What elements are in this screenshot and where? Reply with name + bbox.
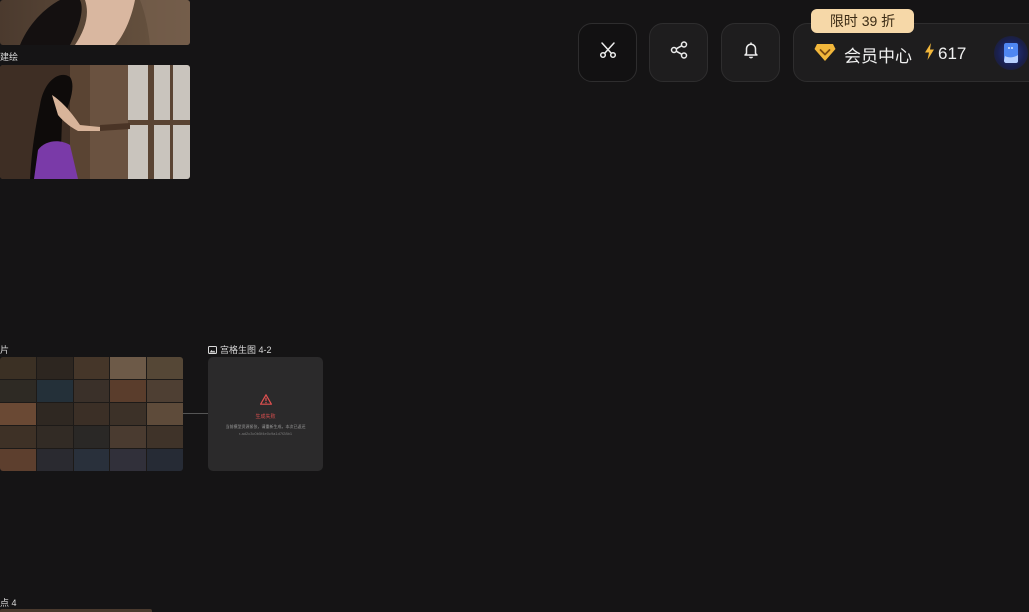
node-label-grid: 片 [0, 345, 10, 355]
avatar-icon [1004, 43, 1018, 63]
lightning-icon [924, 43, 935, 65]
grid-cell [147, 449, 183, 471]
generated-image-window[interactable] [0, 65, 190, 179]
member-center-link[interactable]: 会员中心 617 [814, 42, 966, 66]
grid-cell [73, 449, 110, 471]
grid-cell [36, 449, 73, 471]
member-center-label: 会员中心 [844, 46, 912, 66]
image-icon [208, 346, 217, 356]
grid-cell [0, 426, 36, 448]
notifications-button[interactable] [721, 23, 780, 82]
grid-cell [110, 449, 147, 471]
scissors-button[interactable] [578, 23, 637, 82]
share-icon [669, 40, 689, 65]
node-label-top: 建绘 [0, 52, 19, 62]
failed-code: r-ad2c3c0b5f4e0c9a1d7f28b1 [238, 431, 293, 436]
portrait-image [0, 65, 190, 179]
grid-cell [73, 380, 110, 402]
grid-cell [36, 426, 73, 448]
grid-cell [110, 357, 147, 379]
canvas[interactable]: 建绘 片 宫格生图 4-2 生成失败 当前模型资源紧张，请重新生成，本次已返还 … [0, 0, 1029, 612]
vip-diamond-icon [814, 42, 836, 67]
warning-icon [259, 392, 272, 410]
grid-cell [36, 380, 73, 402]
grid-cell [0, 357, 36, 379]
grid-cell [0, 380, 36, 402]
grid-cell [147, 403, 183, 425]
promo-badge[interactable]: 限时 39 折 [811, 9, 914, 33]
grid-cell [0, 449, 36, 471]
portrait-image [0, 0, 190, 45]
grid-cell [147, 380, 183, 402]
grid-cell [73, 357, 110, 379]
node-label-bottom: 点 4 [0, 598, 17, 608]
grid-cell [147, 426, 183, 448]
grid-cell [73, 426, 110, 448]
credits-count: 617 [938, 44, 967, 63]
grid-cell [110, 403, 147, 425]
failed-title: 生成失败 [255, 414, 276, 420]
share-button[interactable] [649, 23, 708, 82]
grid-cell [36, 403, 73, 425]
generated-image-top[interactable] [0, 0, 190, 45]
grid-cell [110, 380, 147, 402]
grid-image-card[interactable] [0, 357, 183, 471]
grid-cell [110, 426, 147, 448]
failed-description: 当前模型资源紧张，请重新生成，本次已返还 [225, 424, 306, 429]
node-label-failed: 宫格生图 4-2 [208, 345, 272, 356]
scissors-icon [599, 41, 617, 64]
bell-icon [742, 41, 760, 64]
avatar[interactable] [994, 36, 1028, 70]
node-connector [183, 413, 209, 414]
grid-cell [36, 357, 73, 379]
grid-cell [73, 403, 110, 425]
grid-cell [147, 357, 183, 379]
failed-generation-card[interactable]: 生成失败 当前模型资源紧张，请重新生成，本次已返还 r-ad2c3c0b5f4e… [208, 357, 323, 471]
grid-cell [0, 403, 36, 425]
